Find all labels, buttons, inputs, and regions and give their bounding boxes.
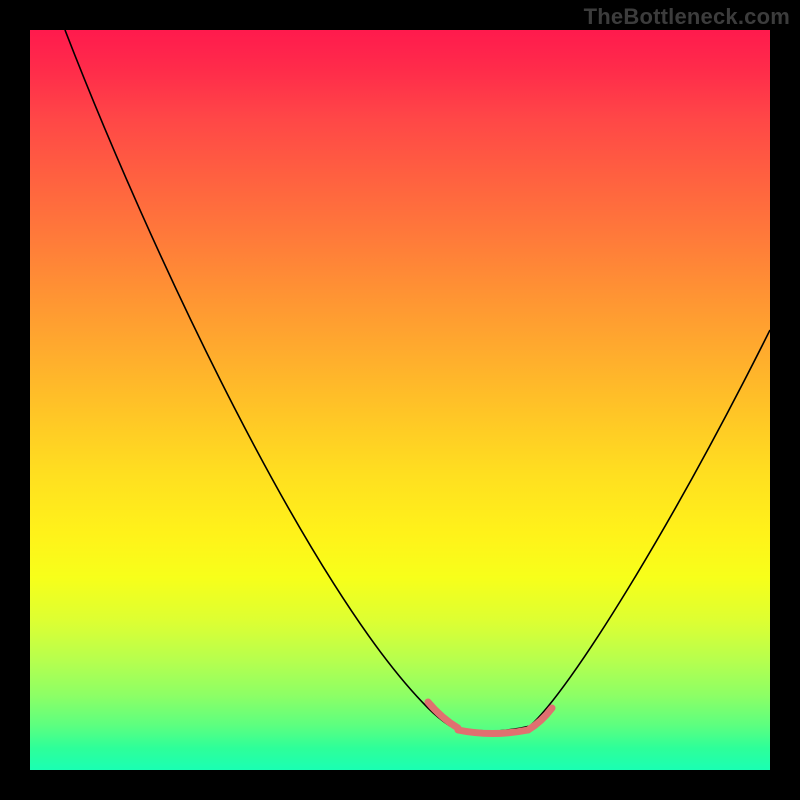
accent-left [428,702,458,728]
curve-layer [30,30,770,770]
chart-container: TheBottleneck.com [0,0,800,800]
curve-right [530,330,770,726]
accent-bottom [458,730,528,734]
curve-left [65,30,450,726]
plot-area [30,30,770,770]
accent-right [528,708,552,730]
watermark-text: TheBottleneck.com [584,4,790,30]
